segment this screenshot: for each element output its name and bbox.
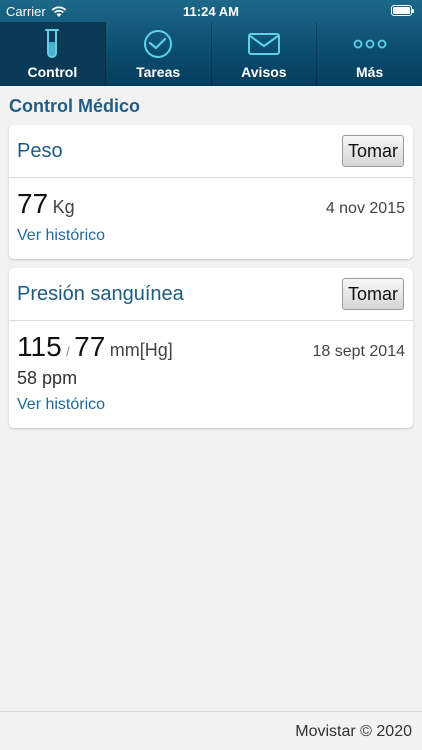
weight-card-header: Peso Tomar: [9, 125, 413, 178]
pressure-history-link[interactable]: Ver histórico: [17, 396, 105, 414]
clock-icon: [140, 28, 176, 60]
tab-mas[interactable]: Más: [317, 22, 422, 86]
more-dots-icon: [352, 28, 388, 60]
pressure-card-header: Presión sanguínea Tomar: [9, 268, 413, 321]
tab-control[interactable]: Control: [0, 22, 106, 86]
weight-card-body: 77 Kg 4 nov 2015 Ver histórico: [9, 178, 413, 258]
pressure-reading: 115 / 77 mm[Hg]: [17, 331, 173, 363]
tab-tareas-label: Tareas: [136, 64, 181, 80]
tab-avisos-label: Avisos: [241, 64, 287, 80]
tab-tareas[interactable]: Tareas: [106, 22, 212, 86]
status-time: 11:24 AM: [183, 4, 239, 19]
footer-copyright: Movistar © 2020: [295, 723, 412, 740]
tab-mas-label: Más: [356, 64, 384, 80]
weight-reading: 77 Kg: [17, 188, 75, 220]
tab-avisos[interactable]: Avisos: [212, 22, 318, 86]
status-bar: Carrier 11:24 AM: [0, 0, 422, 22]
pressure-separator: /: [66, 344, 70, 359]
test-tube-icon: [34, 28, 70, 60]
weight-card-title: Peso: [17, 140, 63, 162]
diastolic-value: 77: [74, 331, 106, 362]
pulse-unit: ppm: [42, 368, 78, 388]
tab-control-label: Control: [27, 64, 78, 80]
pulse-reading: 58 ppm: [17, 368, 77, 389]
envelope-icon: [246, 28, 282, 60]
pressure-unit: mm[Hg]: [109, 340, 173, 360]
tab-bar: Control Tareas Avisos Más: [0, 22, 422, 86]
section-title: Control Médico: [9, 96, 140, 116]
pressure-card-title: Presión sanguínea: [17, 283, 184, 305]
pressure-take-button[interactable]: Tomar: [341, 278, 404, 310]
weight-unit: Kg: [52, 197, 75, 217]
pressure-card-body: 115 / 77 mm[Hg] 18 sept 2014 58 ppm Ver …: [9, 321, 413, 427]
systolic-value: 115: [17, 331, 62, 362]
pressure-card: Presión sanguínea Tomar 115 / 77 mm[Hg] …: [9, 268, 413, 428]
weight-take-button[interactable]: Tomar: [341, 135, 404, 167]
pressure-date: 18 sept 2014: [312, 343, 405, 360]
pulse-value: 58: [17, 368, 38, 388]
weight-history-link[interactable]: Ver histórico: [17, 227, 105, 245]
weight-date: 4 nov 2015: [325, 200, 405, 217]
weight-card: Peso Tomar 77 Kg 4 nov 2015 Ver históric…: [9, 125, 413, 259]
weight-value: 77: [17, 188, 49, 219]
app-header: Carrier 11:24 AM Control Tareas Avisos M…: [0, 0, 422, 86]
battery-icon: [391, 5, 414, 16]
footer: Movistar © 2020: [0, 711, 422, 750]
